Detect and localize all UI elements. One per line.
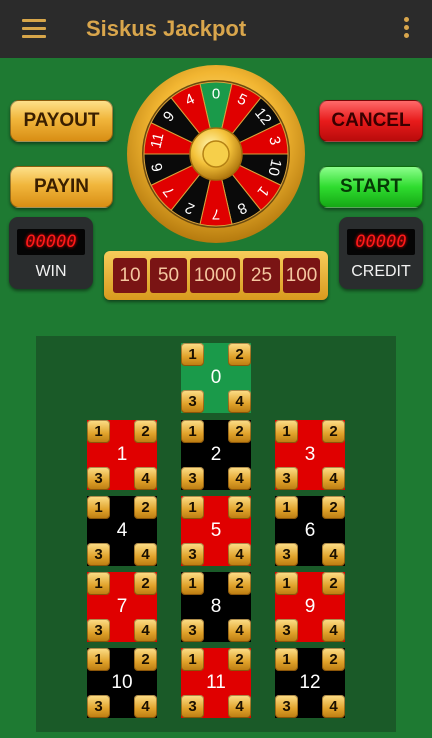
menu-icon[interactable] (22, 19, 46, 39)
bet-token-2[interactable]: 2 (134, 420, 157, 443)
bet-token-3[interactable]: 3 (181, 390, 204, 413)
bet-token-3[interactable]: 3 (87, 695, 110, 718)
bet-token-4[interactable]: 4 (228, 695, 251, 718)
win-label: WIN (35, 263, 67, 280)
bet-token-3[interactable]: 3 (275, 467, 298, 490)
payin-button[interactable]: PAYIN (10, 166, 113, 208)
number-cell-6[interactable]: 61234 (275, 496, 345, 566)
bet-token-4[interactable]: 4 (228, 390, 251, 413)
bet-token-1[interactable]: 1 (181, 343, 204, 366)
number-cell-7[interactable]: 71234 (87, 572, 157, 642)
bet-token-2[interactable]: 2 (322, 572, 345, 595)
bet-token-1[interactable]: 1 (181, 648, 204, 671)
number-cell-12[interactable]: 12 1 2 3 4 (275, 648, 345, 718)
bet-token-3[interactable]: 3 (181, 543, 204, 566)
chip-25[interactable]: 25 (243, 258, 280, 293)
bet-token-1[interactable]: 1 (181, 572, 204, 595)
bet-token-3[interactable]: 3 (87, 467, 110, 490)
number-cell-3[interactable]: 31234 (275, 420, 345, 490)
bet-token-2[interactable]: 2 (228, 496, 251, 519)
bet-token-1[interactable]: 1 (275, 496, 298, 519)
number-cell-11[interactable]: 11 1 2 3 4 (181, 648, 251, 718)
number-cell-4[interactable]: 41234 (87, 496, 157, 566)
bet-token-4[interactable]: 4 (134, 467, 157, 490)
number-cell-0[interactable]: 01234 (181, 343, 251, 413)
app-title: Siskus Jackpot (86, 16, 247, 41)
bet-token-2[interactable]: 2 (228, 572, 251, 595)
bet-token-4[interactable]: 4 (134, 619, 157, 642)
bet-token-3[interactable]: 3 (181, 467, 204, 490)
bet-token-1[interactable]: 1 (87, 420, 110, 443)
start-button[interactable]: START (319, 166, 423, 208)
bet-token-2[interactable]: 2 (134, 648, 157, 671)
bet-token-3[interactable]: 3 (87, 619, 110, 642)
bet-token-3[interactable]: 3 (275, 695, 298, 718)
bet-token-3[interactable]: 3 (275, 619, 298, 642)
wheel-number: 7 (212, 206, 220, 223)
bet-token-3[interactable]: 3 (181, 619, 204, 642)
bet-token-2[interactable]: 2 (134, 572, 157, 595)
chip-selector: 10 50 1000 25 100 (104, 251, 328, 300)
bet-token-4[interactable]: 4 (228, 467, 251, 490)
bet-token-2[interactable]: 2 (134, 496, 157, 519)
chip-50[interactable]: 50 (150, 258, 187, 293)
wheel-number: 0 (212, 86, 220, 103)
payout-button[interactable]: PAYOUT (10, 100, 113, 142)
more-vert-icon[interactable] (402, 17, 410, 41)
bet-token-4[interactable]: 4 (134, 695, 157, 718)
chip-10[interactable]: 10 (113, 258, 147, 293)
bet-token-2[interactable]: 2 (322, 420, 345, 443)
bet-token-3[interactable]: 3 (181, 695, 204, 718)
betting-board: 0123411234212343123441234512346123471234… (36, 336, 396, 732)
credit-label: CREDIT (351, 263, 411, 280)
number-cell-8[interactable]: 81234 (181, 572, 251, 642)
bet-token-4[interactable]: 4 (228, 619, 251, 642)
bet-token-2[interactable]: 2 (228, 343, 251, 366)
credit-display: 00000 (347, 229, 415, 255)
bet-token-4[interactable]: 4 (322, 467, 345, 490)
bet-token-3[interactable]: 3 (87, 543, 110, 566)
bet-token-1[interactable]: 1 (181, 496, 204, 519)
roulette-wheel[interactable]: 0 5123101872761194 (126, 64, 306, 244)
bet-token-1[interactable]: 1 (275, 648, 298, 671)
number-cell-1[interactable]: 11234 (87, 420, 157, 490)
win-display: 00000 (17, 229, 85, 255)
bet-token-2[interactable]: 2 (322, 496, 345, 519)
bet-token-1[interactable]: 1 (275, 572, 298, 595)
number-cell-5[interactable]: 51234 (181, 496, 251, 566)
bet-token-2[interactable]: 2 (228, 648, 251, 671)
wheel-hub-center (202, 140, 230, 168)
bet-token-2[interactable]: 2 (228, 420, 251, 443)
bet-token-2[interactable]: 2 (322, 648, 345, 671)
chip-100[interactable]: 100 (283, 258, 320, 293)
bet-token-4[interactable]: 4 (322, 543, 345, 566)
cancel-button[interactable]: CANCEL (319, 100, 423, 142)
bet-token-4[interactable]: 4 (322, 619, 345, 642)
bet-token-1[interactable]: 1 (87, 648, 110, 671)
bet-token-3[interactable]: 3 (275, 543, 298, 566)
number-cell-2[interactable]: 21234 (181, 420, 251, 490)
bet-token-1[interactable]: 1 (87, 496, 110, 519)
app-bar: Siskus Jackpot (0, 0, 432, 58)
credit-counter: 00000 CREDIT (339, 217, 423, 289)
bet-token-1[interactable]: 1 (181, 420, 204, 443)
bet-token-1[interactable]: 1 (87, 572, 110, 595)
bet-token-4[interactable]: 4 (228, 543, 251, 566)
chip-1000[interactable]: 1000 (190, 258, 240, 293)
number-cell-9[interactable]: 91234 (275, 572, 345, 642)
bet-token-1[interactable]: 1 (275, 420, 298, 443)
win-counter: 00000 WIN (9, 217, 93, 289)
bet-token-4[interactable]: 4 (134, 543, 157, 566)
bet-token-4[interactable]: 4 (322, 695, 345, 718)
number-cell-10[interactable]: 10 1 2 3 4 (87, 648, 157, 718)
